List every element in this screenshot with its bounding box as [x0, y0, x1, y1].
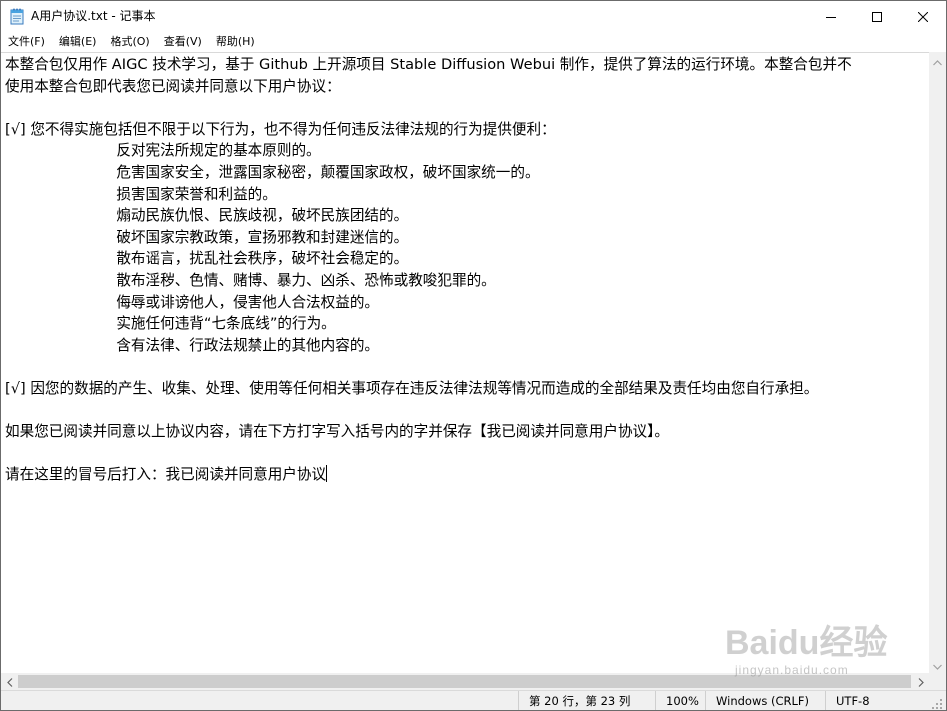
chevron-right-icon	[918, 672, 924, 691]
text-caret	[326, 465, 328, 483]
document-content: 本整合包仅用作 AIGC 技术学习，基于 Github 上开源项目 Stable…	[5, 56, 852, 484]
close-icon	[917, 7, 929, 26]
maximize-icon	[872, 7, 882, 26]
menu-format[interactable]: 格式(O)	[103, 32, 156, 52]
encoding: UTF-8	[825, 691, 936, 710]
title-bar[interactable]: A用户协议.txt - 记事本	[1, 1, 946, 32]
text-editor[interactable]: 本整合包仅用作 AIGC 技术学习，基于 Github 上开源项目 Stable…	[1, 52, 929, 674]
minimize-button[interactable]	[808, 1, 854, 32]
chevron-up-icon	[933, 51, 942, 70]
document-text[interactable]: 本整合包仅用作 AIGC 技术学习，基于 Github 上开源项目 Stable…	[1, 53, 929, 486]
scroll-up-button[interactable]	[929, 52, 946, 69]
horizontal-scrollbar[interactable]	[1, 673, 929, 690]
horizontal-scroll-thumb[interactable]	[18, 675, 911, 688]
vertical-scrollbar[interactable]	[929, 52, 946, 673]
status-bar: 第 20 行，第 23 列 100% Windows (CRLF) UTF-8	[1, 690, 946, 710]
minimize-icon	[826, 7, 836, 26]
notepad-icon	[10, 8, 24, 25]
scroll-down-button[interactable]	[929, 656, 946, 673]
chevron-down-icon	[933, 655, 942, 674]
menu-view[interactable]: 查看(V)	[157, 32, 209, 52]
menu-edit[interactable]: 编辑(E)	[52, 32, 104, 52]
zoom-level: 100%	[655, 691, 711, 710]
resize-grip-icon[interactable]	[931, 695, 943, 709]
menu-file[interactable]: 文件(F)	[1, 32, 52, 52]
close-button[interactable]	[900, 1, 946, 32]
notepad-window: A用户协议.txt - 记事本 文件(F) 编辑(E) 格式(O) 查看(V) …	[0, 0, 947, 711]
cursor-position: 第 20 行，第 23 列	[518, 691, 655, 710]
menu-help[interactable]: 帮助(H)	[209, 32, 262, 52]
scrollbar-corner	[929, 673, 946, 690]
scroll-right-button[interactable]	[912, 673, 929, 690]
scroll-left-button[interactable]	[1, 673, 18, 690]
chevron-left-icon	[6, 672, 13, 691]
window-title: A用户协议.txt - 记事本	[31, 9, 156, 23]
menu-bar: 文件(F) 编辑(E) 格式(O) 查看(V) 帮助(H)	[1, 32, 946, 52]
maximize-button[interactable]	[854, 1, 900, 32]
line-ending: Windows (CRLF)	[705, 691, 826, 710]
